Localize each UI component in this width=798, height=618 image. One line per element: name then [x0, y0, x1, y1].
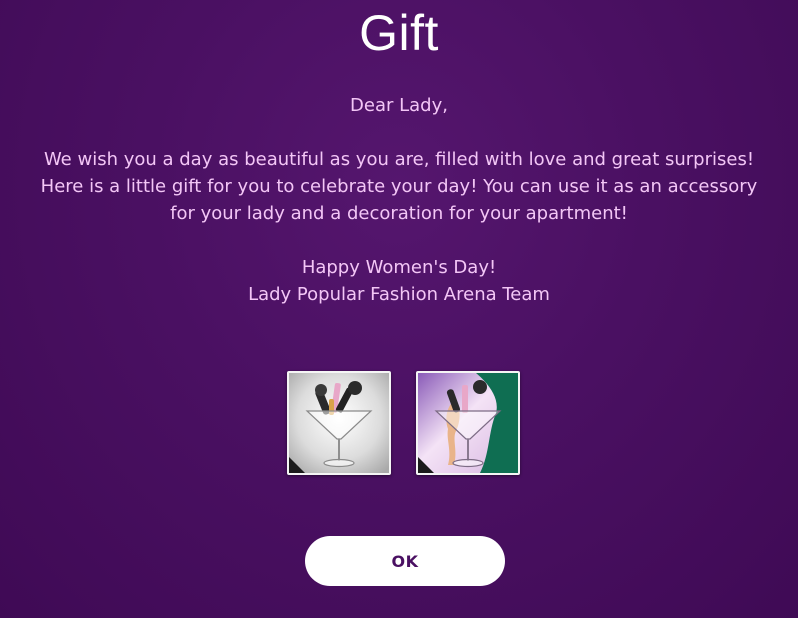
cocktail-glass-decoration-icon [418, 373, 518, 473]
closing-text: Happy Women's Day! [301, 257, 497, 278]
message-line: Here is a little gift for you to celebra… [40, 176, 758, 197]
reward-item-accessory[interactable] [287, 371, 391, 475]
signature-text: Lady Popular Fashion Arena Team [248, 284, 550, 305]
cocktail-glass-accessory-icon [289, 373, 389, 473]
message-line: We wish you a day as beautiful as you ar… [43, 149, 755, 170]
greeting-text: Dear Lady, [350, 95, 448, 116]
ok-button[interactable]: OK [305, 536, 505, 586]
dialog-title: Gift [359, 5, 439, 61]
message-line: for your lady and a decoration for your … [170, 203, 628, 224]
reward-item-decoration[interactable] [416, 371, 520, 475]
gift-message: Dear Lady, We wish you a day as beautifu… [30, 92, 768, 308]
gift-dialog: Gift Dear Lady, We wish you a day as bea… [0, 0, 798, 618]
reward-items [287, 371, 520, 475]
